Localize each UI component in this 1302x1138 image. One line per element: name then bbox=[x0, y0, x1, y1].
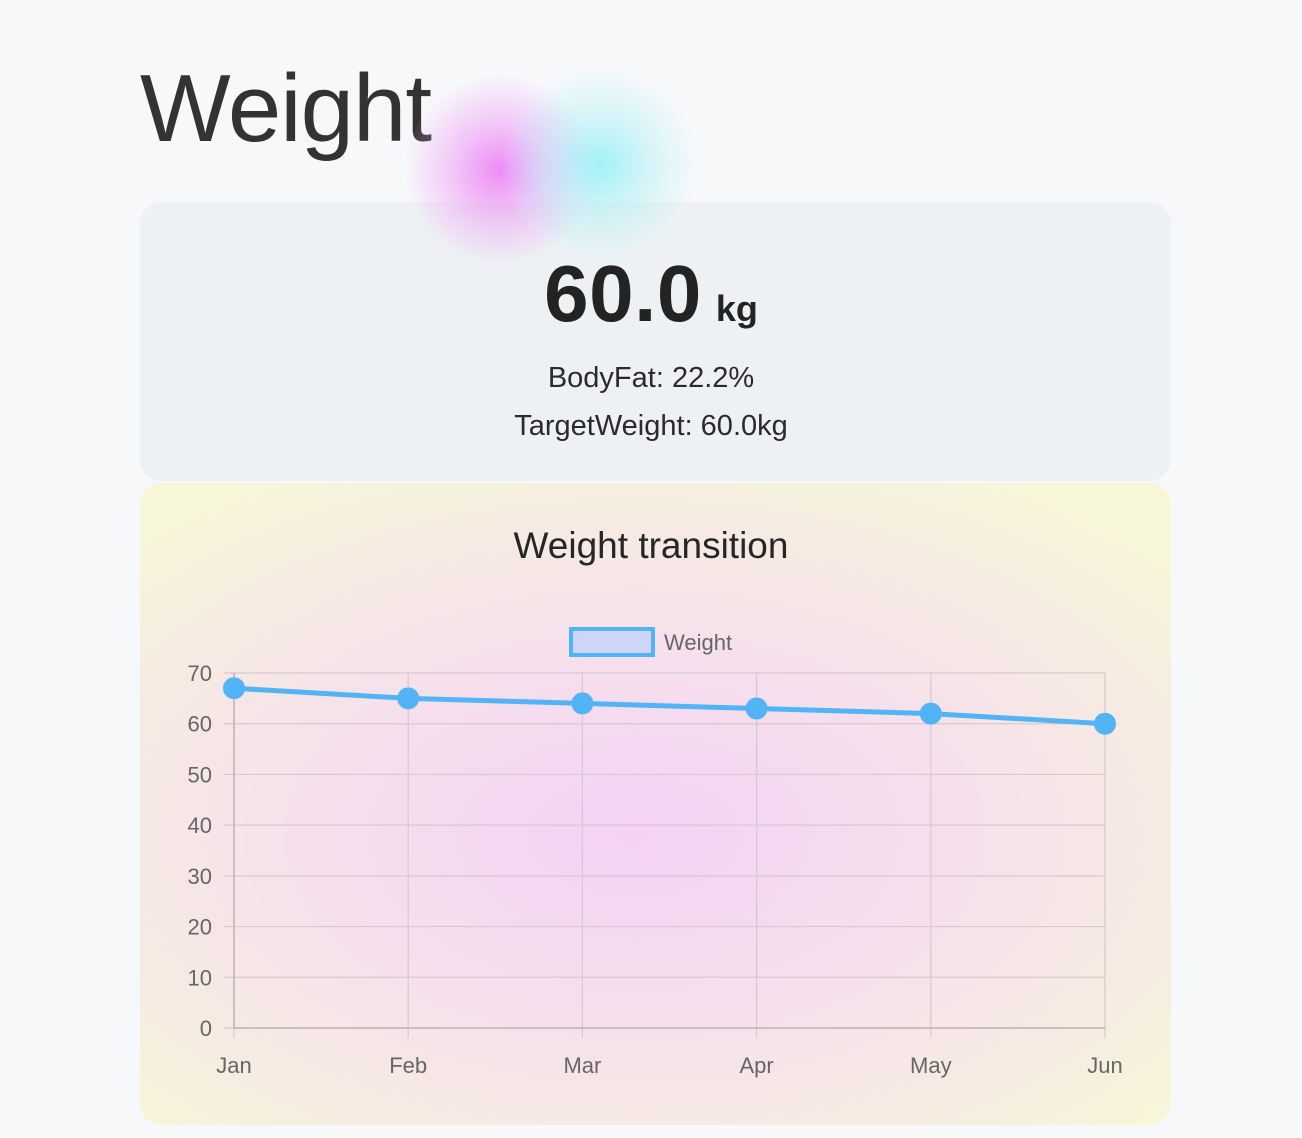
y-tick-label: 50 bbox=[188, 762, 212, 787]
x-tick-label: May bbox=[910, 1053, 952, 1078]
y-tick-label: 30 bbox=[188, 864, 212, 889]
y-tick-label: 20 bbox=[188, 915, 212, 940]
x-tick-label: Jan bbox=[216, 1053, 251, 1078]
y-tick-label: 60 bbox=[188, 712, 212, 737]
x-tick-label: Apr bbox=[739, 1053, 773, 1078]
data-point[interactable] bbox=[397, 687, 420, 710]
legend-label[interactable]: Weight bbox=[664, 630, 732, 655]
y-tick-label: 40 bbox=[188, 813, 212, 838]
legend-swatch[interactable] bbox=[569, 627, 655, 657]
data-point[interactable] bbox=[1094, 712, 1116, 735]
y-tick-label: 0 bbox=[200, 1016, 212, 1041]
series-line-weight bbox=[231, 685, 1108, 727]
x-tick-label: Mar bbox=[563, 1053, 601, 1078]
data-point[interactable] bbox=[223, 677, 245, 700]
y-tick-label: 10 bbox=[188, 965, 212, 990]
x-tick-label: Feb bbox=[389, 1053, 427, 1078]
data-point[interactable] bbox=[745, 697, 768, 720]
x-tick-label: Jun bbox=[1087, 1053, 1122, 1078]
data-point[interactable] bbox=[919, 702, 942, 725]
weight-line-chart: 0 10 20 30 40 50 60 70 Jan Feb Mar Apr May Jun Weight bbox=[188, 627, 1123, 1078]
y-tick-label: 70 bbox=[188, 661, 212, 686]
data-point[interactable] bbox=[571, 692, 594, 715]
